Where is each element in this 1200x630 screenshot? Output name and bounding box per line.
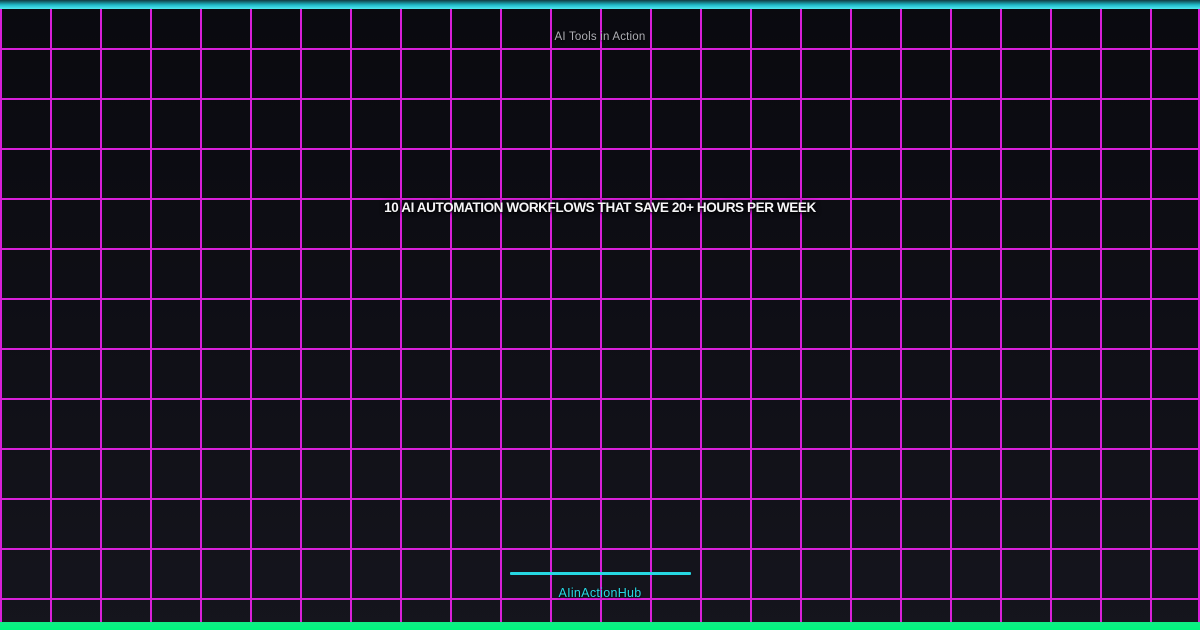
neon-grid-background: [0, 0, 1200, 630]
promo-banner: AI Tools in Action 10 AI AUTOMATION WORK…: [0, 0, 1200, 630]
main-title: 10 AI AUTOMATION WORKFLOWS THAT SAVE 20+…: [384, 200, 816, 215]
brand-name: AIinActionHub: [558, 586, 642, 600]
top-accent-bar: [0, 0, 1200, 9]
kicker-label: AI Tools in Action: [554, 31, 646, 43]
bottom-accent-bar: [0, 622, 1200, 630]
brand-underline-rule: [510, 572, 691, 575]
